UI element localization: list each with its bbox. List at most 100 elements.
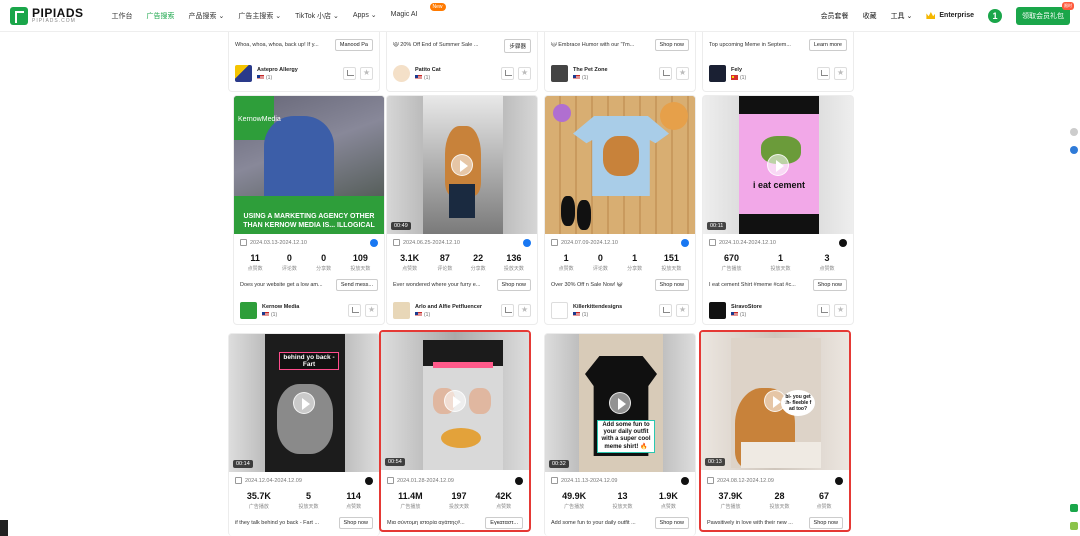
ad-stats: 49.9K 广告播放 13 投放天数 1.9K 点赞数: [549, 491, 691, 510]
left-edge-widget[interactable]: [0, 520, 8, 536]
nav-advertiser-search[interactable]: 广告主搜索 ⌄: [238, 11, 281, 21]
back-to-top-icon[interactable]: [1070, 504, 1078, 512]
ad-cta-button[interactable]: Shop now: [654, 39, 689, 51]
ad-card-selected[interactable]: bi- you get th- fleeble f ad too? 00:13 …: [699, 330, 851, 532]
play-icon[interactable]: [451, 154, 473, 176]
favorite-star-icon[interactable]: [834, 67, 847, 80]
play-icon[interactable]: [444, 390, 466, 412]
ad-card[interactable]: Add some fun to your daily outfit with a…: [544, 333, 696, 536]
ad-cta-button[interactable]: 步骤器: [504, 39, 531, 53]
ad-card[interactable]: 00:49 2024.06.25-2024.12.10 3.1K 点赞数 87 评论…: [386, 95, 538, 325]
analytics-icon[interactable]: [343, 67, 356, 80]
ad-description: Μια σύντομη ιστορία αγάπης#...: [387, 520, 465, 526]
favorite-star-icon[interactable]: [518, 67, 531, 80]
advertiser-info[interactable]: Killerkittendesigns (1): [551, 302, 622, 319]
advertiser-info[interactable]: Arlo and Alfie Petfluencer (1): [393, 302, 482, 319]
translate-icon[interactable]: [1070, 128, 1078, 136]
membership-plans-link[interactable]: 会员套餐: [821, 11, 849, 21]
us-flag-icon: [573, 312, 580, 317]
advertiser-info[interactable]: Kernow Media (1): [240, 302, 299, 319]
play-icon[interactable]: [609, 392, 631, 414]
analytics-icon[interactable]: [348, 304, 361, 317]
advertiser-info[interactable]: SiravoStore (1): [709, 302, 762, 319]
user-avatar[interactable]: 1: [988, 8, 1002, 23]
analytics-icon[interactable]: [817, 304, 830, 317]
calendar-icon: [240, 239, 247, 246]
advertiser-info[interactable]: Patito Cat (1): [393, 65, 441, 82]
stat-label: 广告播放: [400, 504, 421, 510]
ad-description: Add some fun to your daily outfit ...: [551, 520, 636, 526]
analytics-icon[interactable]: [501, 304, 514, 317]
analytics-icon[interactable]: [659, 304, 672, 317]
ad-cta-button[interactable]: Shop now: [338, 517, 373, 529]
nav-workspace[interactable]: 工作台: [112, 11, 133, 21]
ad-card[interactable]: behind yo back - Fart 00:14 2024.12.04-2…: [228, 333, 380, 536]
ad-cta-button[interactable]: Shop now: [496, 279, 531, 291]
ad-cta-button[interactable]: Εγκαταστ...: [485, 517, 523, 529]
ad-card-selected[interactable]: 00:54 2024.01.28-2024.12.09 11.4M 广告播放 19…: [379, 330, 531, 532]
country-count: (1): [266, 74, 273, 81]
stat-value: 5: [305, 491, 311, 501]
advertiser-info[interactable]: Fely (1): [709, 65, 746, 82]
tools-menu[interactable]: 工具 ⌄: [891, 11, 913, 21]
ad-thumbnail[interactable]: Add some fun to your daily outfit with a…: [545, 334, 695, 472]
stat-label: 广告播放: [248, 504, 269, 510]
analytics-icon[interactable]: [659, 67, 672, 80]
nav-product-search[interactable]: 产品搜索 ⌄: [189, 11, 225, 21]
video-duration: 00:54: [385, 458, 405, 466]
feedback-icon[interactable]: [1070, 522, 1078, 530]
limited-badge: 限时: [1062, 1, 1074, 10]
favorite-star-icon[interactable]: [676, 67, 689, 80]
ad-thumbnail[interactable]: i eat cement 00:11: [703, 96, 853, 234]
analytics-icon[interactable]: [817, 67, 830, 80]
country-count: (1): [424, 311, 431, 318]
ad-card[interactable]: i eat cement 00:11 2024.10.24-2024.12.10…: [702, 95, 854, 325]
stat-value: 37.9K: [718, 491, 743, 501]
ad-cta-button[interactable]: Manood Pa: [334, 39, 373, 51]
claim-member-gift-button[interactable]: 领取会员礼包 限时: [1016, 1, 1074, 25]
ad-thumbnail[interactable]: behind yo back - Fart 00:14: [229, 334, 379, 472]
stat-label: 投放天数: [350, 266, 371, 272]
play-icon[interactable]: [293, 392, 315, 414]
nav-tiktok-shop[interactable]: TikTok 小店 ⌄: [295, 11, 339, 21]
ad-cta-button[interactable]: Shop now: [654, 279, 689, 291]
ad-cta-button[interactable]: Send mess...: [335, 279, 378, 291]
nav-ad-search[interactable]: 广告搜索: [147, 11, 175, 21]
favorites-link[interactable]: 收藏: [863, 11, 877, 21]
ad-cta-button[interactable]: Shop now: [808, 517, 843, 529]
ad-card[interactable]: 2024.07.09-2024.12.10 1 点赞数 0 评论数 1 分享数 151…: [544, 95, 696, 325]
favorite-star-icon[interactable]: [365, 304, 378, 317]
advertiser-name: Fely: [731, 66, 743, 73]
stat-value: 0: [597, 253, 603, 263]
ad-overlay-text: bi- you get th- fleeble f ad too?: [781, 390, 815, 416]
nav-apps[interactable]: Apps ⌄: [353, 11, 377, 21]
ad-thumbnail[interactable]: KernowMedia USING A MARKETING AGENCY OTH…: [234, 96, 384, 234]
favorite-star-icon[interactable]: [360, 67, 373, 80]
ad-cta-button[interactable]: Shop now: [654, 517, 689, 529]
stat-label: 分享数: [627, 266, 643, 272]
ad-thumbnail[interactable]: 00:49: [387, 96, 537, 234]
assistant-icon[interactable]: [1070, 146, 1078, 154]
analytics-icon[interactable]: [501, 67, 514, 80]
nav-magic-ai[interactable]: Magic AI New: [391, 2, 446, 21]
stat-label: 点赞数: [346, 504, 362, 510]
ad-thumbnail[interactable]: 00:54: [381, 332, 529, 470]
pipiads-logo[interactable]: PIPIADS PIPIADS.COM: [10, 6, 84, 25]
advertiser-info[interactable]: Astepro Allergy (1): [235, 65, 298, 82]
ad-thumbnail[interactable]: [545, 96, 695, 234]
favorite-star-icon[interactable]: [676, 304, 689, 317]
stat-value: 11: [250, 253, 260, 263]
advertiser-info[interactable]: The Pet Zone (1): [551, 65, 608, 82]
ad-cta-button[interactable]: Learn more: [808, 39, 847, 51]
play-icon[interactable]: [767, 154, 789, 176]
pipiads-logo-icon: [10, 6, 28, 25]
play-icon[interactable]: [764, 390, 786, 412]
ad-thumbnail[interactable]: bi- you get th- fleeble f ad too? 00:13: [701, 332, 849, 470]
plan-label: Enterprise: [939, 12, 974, 19]
ad-card[interactable]: KernowMedia USING A MARKETING AGENCY OTH…: [233, 95, 385, 325]
favorite-star-icon[interactable]: [518, 304, 531, 317]
video-duration: 00:49: [391, 222, 411, 230]
favorite-star-icon[interactable]: [834, 304, 847, 317]
ad-cta-button[interactable]: Shop now: [812, 279, 847, 291]
enterprise-plan[interactable]: Enterprise: [926, 12, 974, 19]
